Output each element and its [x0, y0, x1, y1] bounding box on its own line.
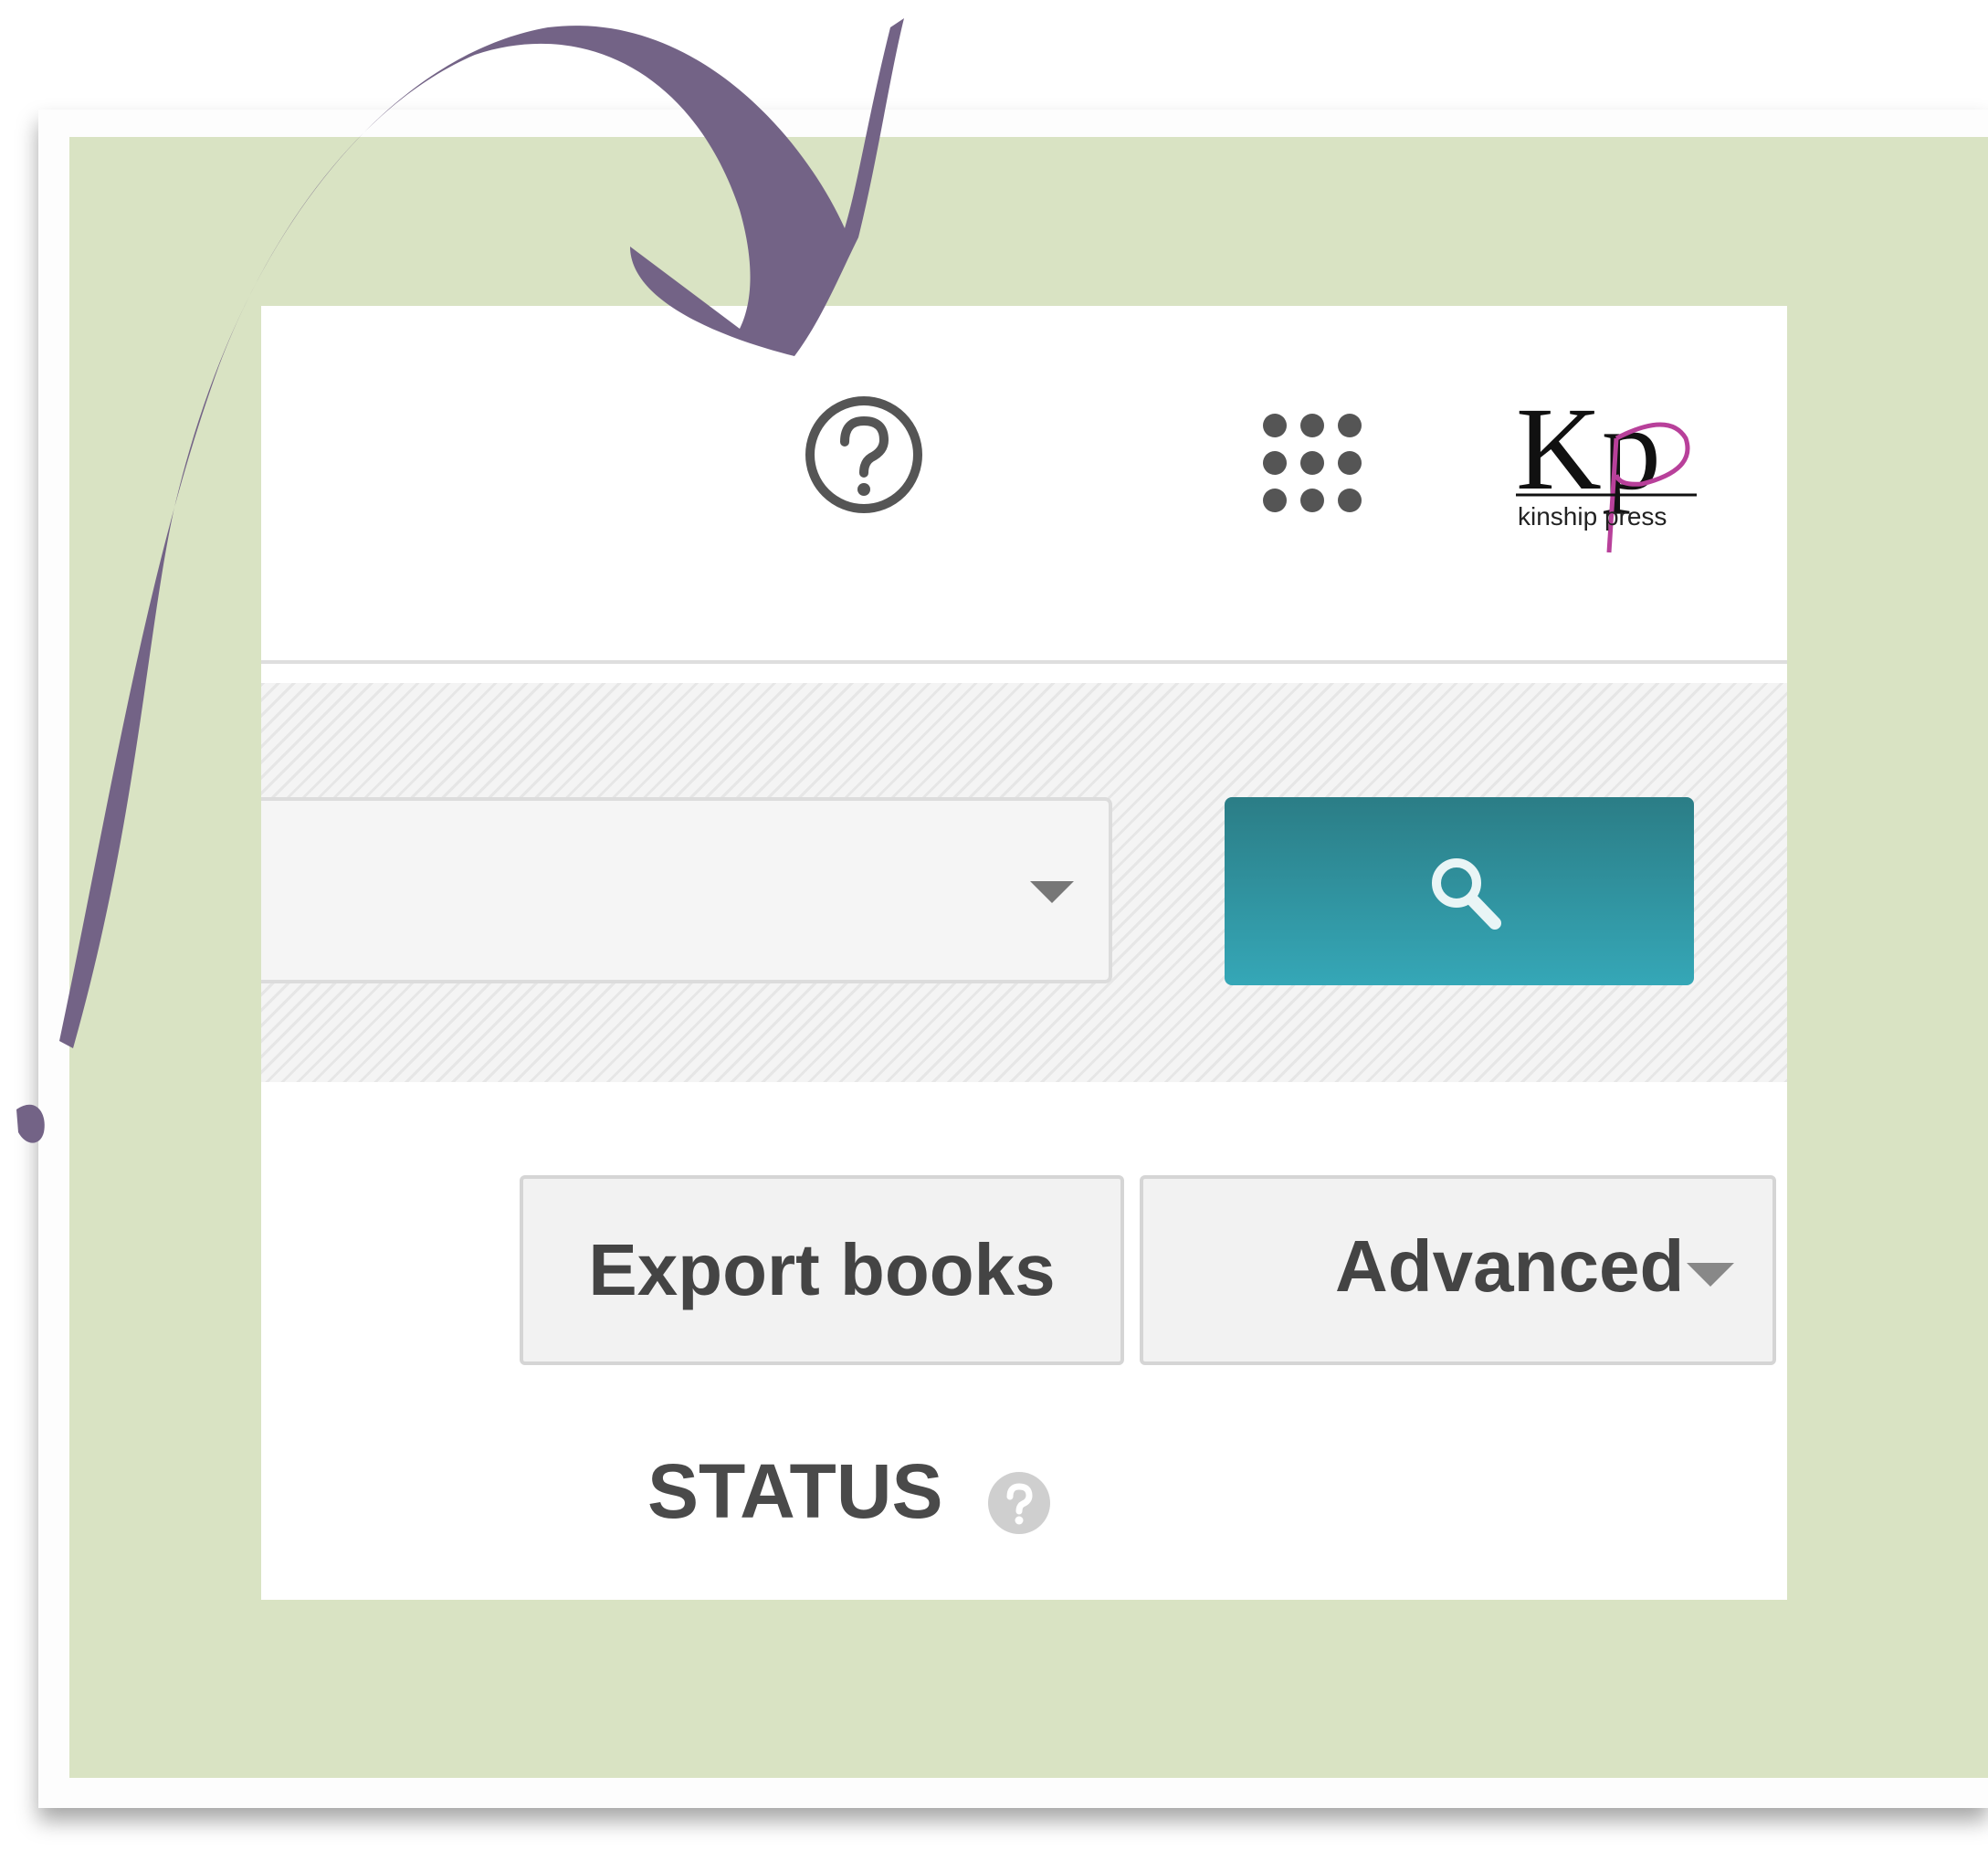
top-bar: Kp kinship press [261, 306, 1787, 662]
export-books-label: Export books [588, 1229, 1056, 1310]
divider [261, 660, 1787, 664]
help-circle-icon[interactable] [802, 393, 926, 517]
apps-grid-icon[interactable] [1260, 411, 1364, 515]
filter-select[interactable] [261, 797, 1112, 983]
advanced-label: Advanced [1335, 1225, 1685, 1307]
export-books-button[interactable]: Export books [520, 1175, 1124, 1365]
chevron-down-icon [1687, 1263, 1734, 1287]
truncated-column-header: . [261, 1447, 263, 1531]
svg-text:kinship press: kinship press [1518, 502, 1667, 531]
advanced-dropdown-button[interactable]: Advanced [1140, 1175, 1776, 1365]
chevron-down-icon [1030, 881, 1074, 903]
search-band [261, 683, 1787, 1082]
status-column-header: STATUS [647, 1448, 943, 1534]
account-logo[interactable]: Kp kinship press [1514, 384, 1706, 557]
help-icon[interactable] [986, 1470, 1052, 1536]
app-screen: Kp kinship press Export books Advanced .… [261, 306, 1787, 1600]
search-icon [1432, 858, 1501, 930]
search-button[interactable] [1225, 797, 1694, 985]
